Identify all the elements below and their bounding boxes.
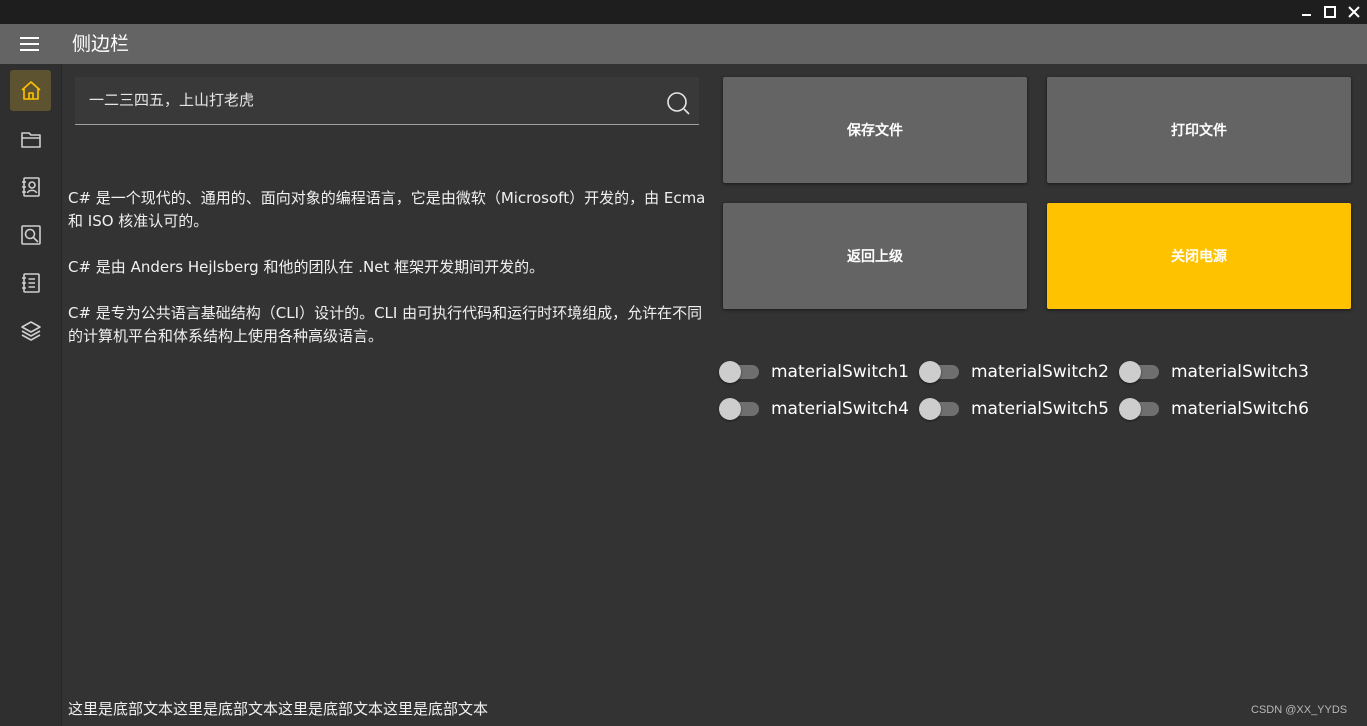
menu-toggle-button[interactable] [16, 32, 44, 56]
switch-label: materialSwitch1 [771, 362, 909, 382]
switch-thumb [719, 398, 741, 420]
switch-thumb [919, 398, 941, 420]
sidebar-item-notes[interactable] [10, 262, 51, 303]
sidebar-item-search[interactable] [10, 214, 51, 255]
search-icon [667, 92, 690, 115]
minimize-button[interactable] [1298, 3, 1316, 21]
switch-thumb [1119, 361, 1141, 383]
app-window: 侧边栏 一二三四五，上山打老虎 C# 是一个现代的、通用的、面向对象的编程语言，… [0, 0, 1367, 726]
close-icon [1348, 6, 1360, 18]
notebook-icon [21, 272, 40, 293]
search-icon [20, 224, 41, 245]
hamburger-menu-icon [20, 37, 39, 51]
watermark: CSDN @XX_YYDS [1251, 704, 1348, 716]
switch-thumb [719, 361, 741, 383]
description-paragraph-1: C# 是一个现代的、通用的、面向对象的编程语言，它是由微软（Microsoft）… [68, 189, 706, 230]
sidebar [0, 64, 62, 726]
search-button[interactable] [664, 89, 692, 117]
window-titlebar [0, 0, 1367, 24]
switch-label: materialSwitch5 [971, 399, 1109, 419]
sidebar-item-contacts[interactable] [10, 166, 51, 207]
app-title: 侧边栏 [72, 33, 130, 55]
sidebar-item-layers[interactable] [10, 310, 51, 351]
description-paragraph-2: C# 是由 Anders Hejlsberg 和他的团队在 .Net 框架开发期… [68, 258, 545, 276]
print-file-button[interactable]: 打印文件 [1047, 77, 1351, 183]
contact-book-icon [21, 176, 40, 197]
sidebar-item-home[interactable] [10, 70, 51, 111]
layers-icon [20, 320, 41, 341]
close-window-button[interactable] [1345, 3, 1363, 21]
app-header: 侧边栏 [0, 24, 1367, 64]
sidebar-item-folder[interactable] [10, 118, 51, 159]
maximize-button[interactable] [1321, 3, 1339, 21]
switch-thumb [919, 361, 941, 383]
maximize-icon [1324, 6, 1336, 18]
switch-thumb [1119, 398, 1141, 420]
search-field[interactable]: 一二三四五，上山打老虎 [75, 77, 699, 125]
switch-label: materialSwitch3 [1171, 362, 1309, 382]
switch-label: materialSwitch4 [771, 399, 909, 419]
minimize-icon [1302, 14, 1311, 16]
search-input[interactable]: 一二三四五，上山打老虎 [89, 77, 254, 125]
save-file-button[interactable]: 保存文件 [723, 77, 1027, 183]
switch-label: materialSwitch2 [971, 362, 1109, 382]
switch-label: materialSwitch6 [1171, 399, 1309, 419]
home-icon [20, 80, 41, 100]
footer-text: 这里是底部文本这里是底部文本这里是底部文本这里是底部文本 [68, 700, 489, 718]
go-back-button[interactable]: 返回上级 [723, 203, 1027, 309]
power-off-button[interactable]: 关闭电源 [1047, 203, 1351, 309]
folder-icon [20, 131, 41, 148]
description-paragraph-3: C# 是专为公共语言基础结构（CLI）设计的。CLI 由可执行代码和运行时环境组… [68, 304, 703, 345]
